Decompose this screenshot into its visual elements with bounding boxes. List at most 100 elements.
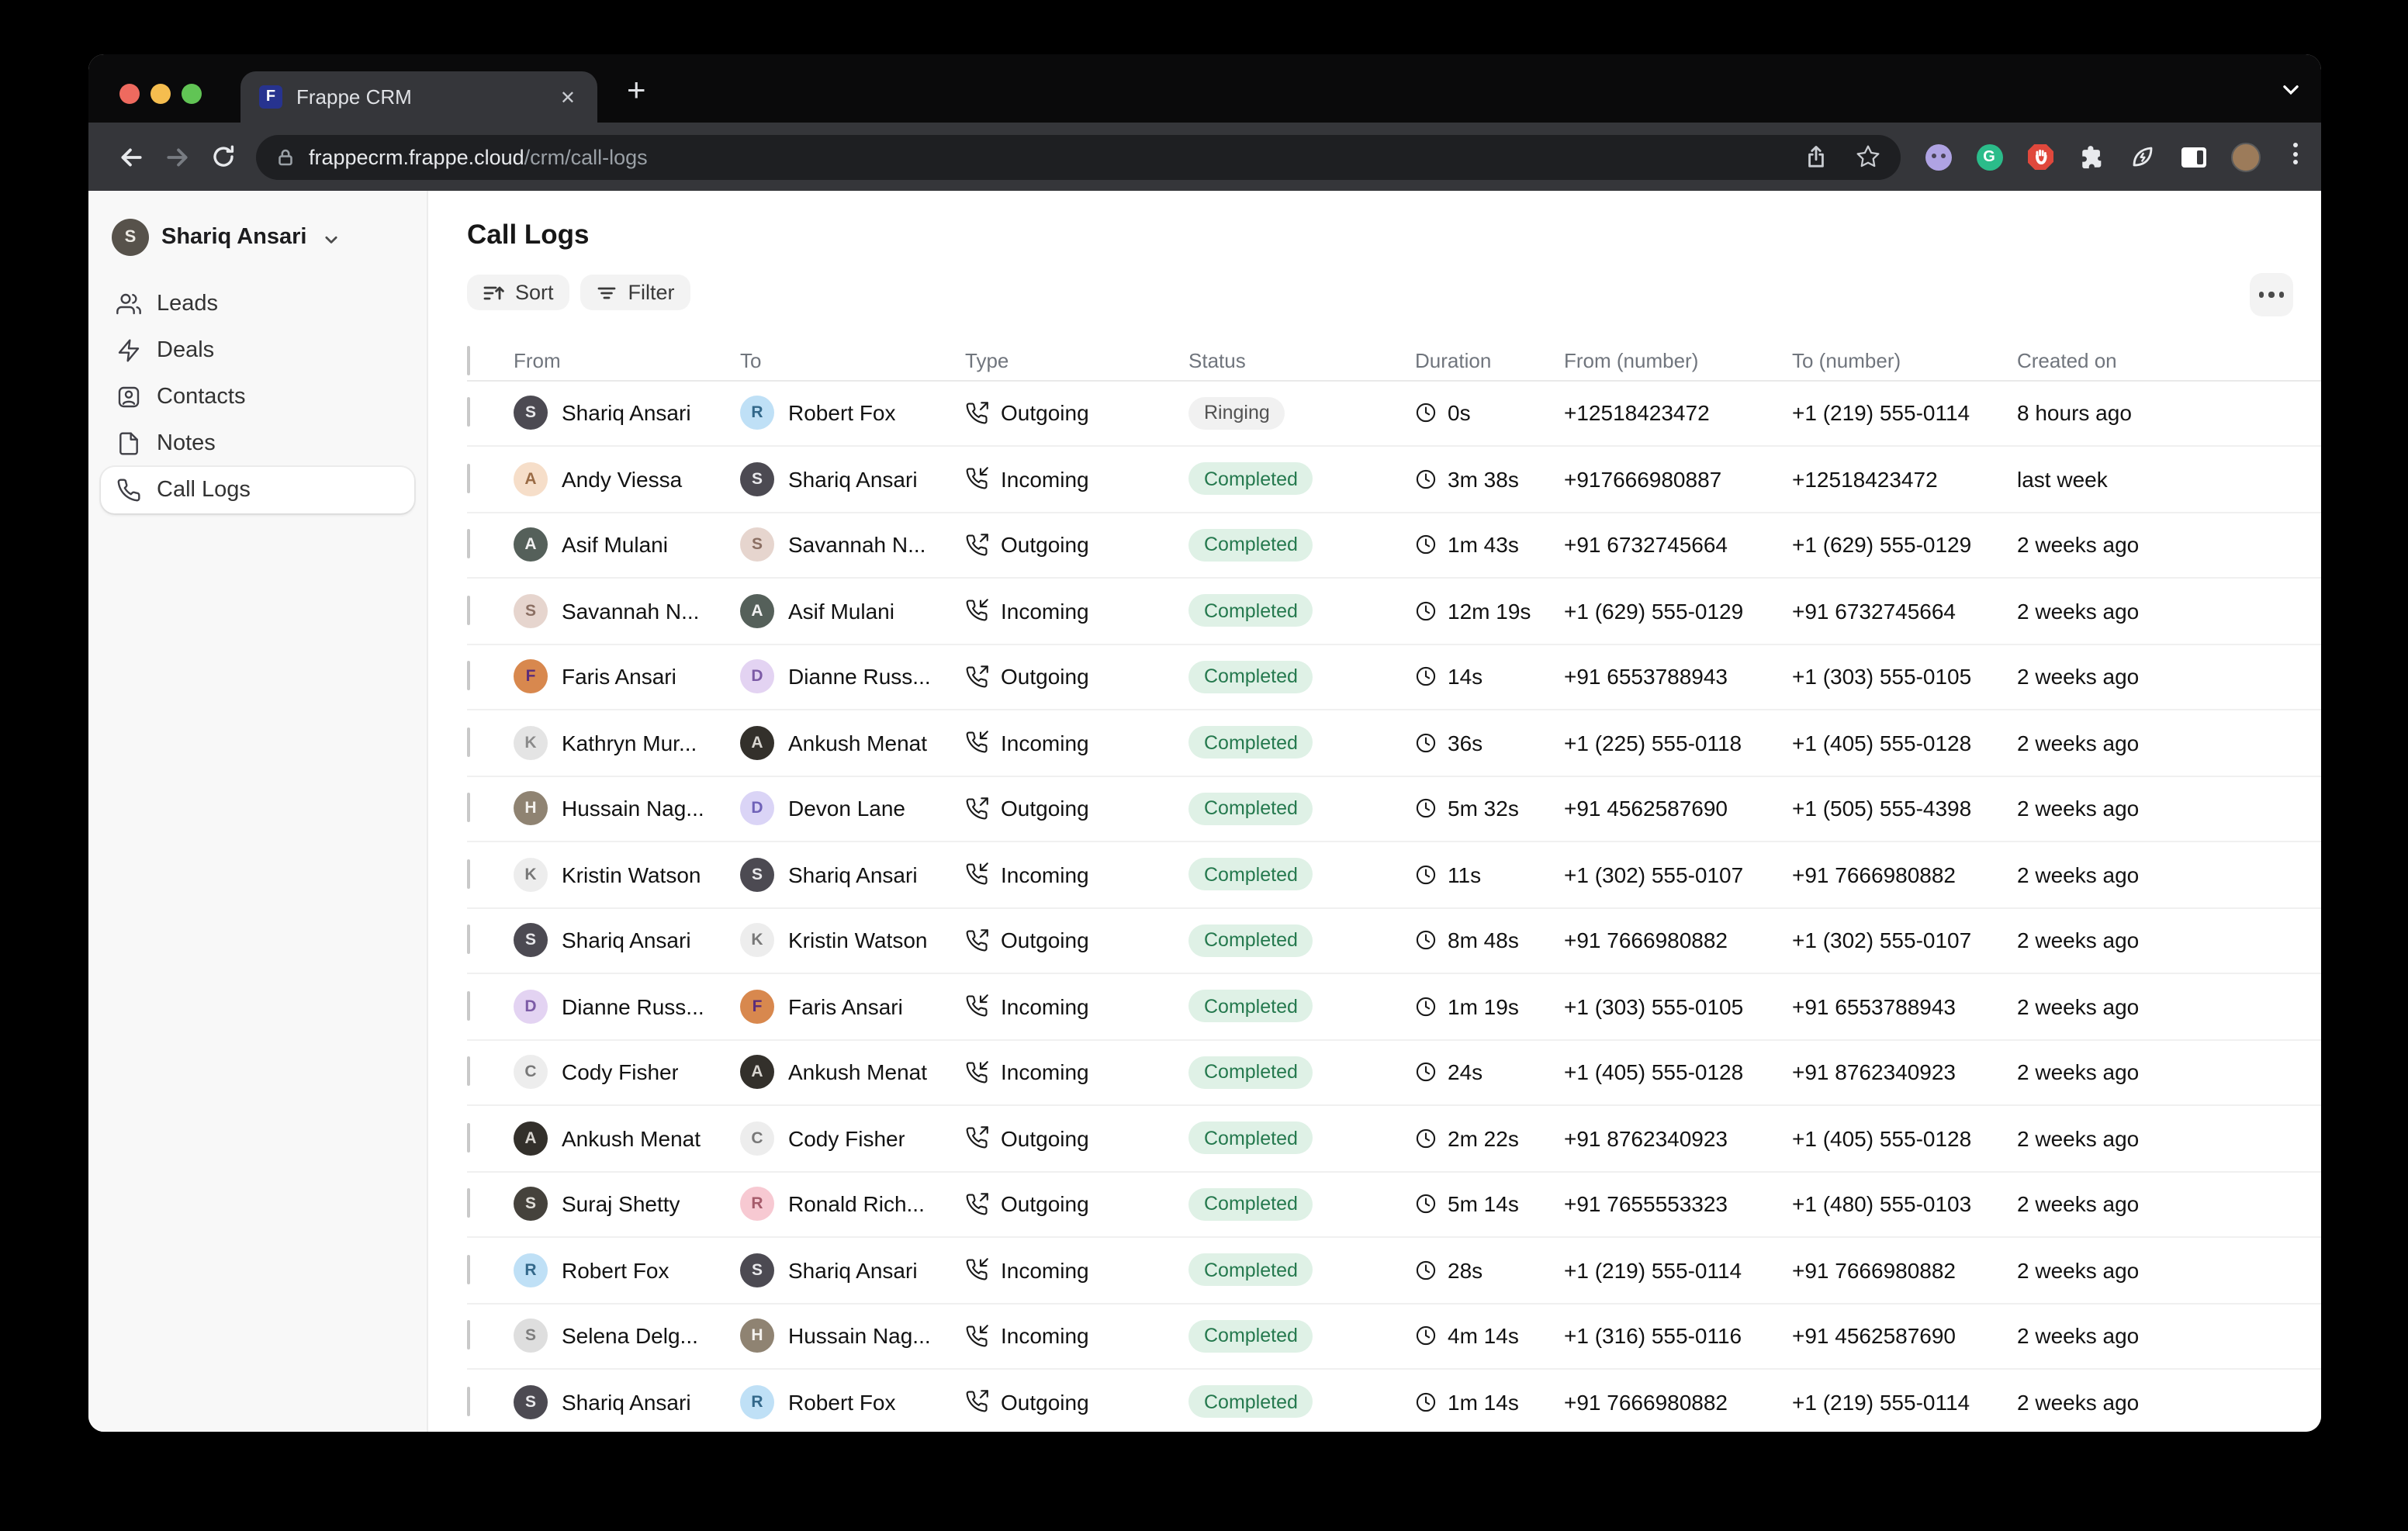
url-path: /crm/call-logs [524,145,648,168]
leaf-extension-icon[interactable] [2129,143,2157,171]
type-cell: Outgoing [965,1126,1188,1151]
user-switcher[interactable]: S Shariq Ansari [112,219,411,256]
duration-value: 0s [1448,401,1471,426]
to-name: Devon Lane [788,797,905,821]
row-checkbox[interactable] [467,991,470,1021]
from-cell: F Faris Ansari [514,660,740,694]
row-checkbox[interactable] [467,859,470,889]
more-options-button[interactable] [2250,273,2293,316]
extensions-puzzle-icon[interactable] [2078,143,2105,171]
tab-search-chevron-icon[interactable] [2281,79,2301,99]
from-name: Ankush Menat [562,1126,701,1151]
type-cell: Outgoing [965,665,1188,689]
column-header-duration: Duration [1415,350,1564,373]
duration-value: 5m 14s [1448,1192,1519,1217]
row-checkbox[interactable] [467,1057,470,1087]
browser-profile-avatar[interactable] [2231,143,2259,171]
duration-cell: 4m 14s [1415,1324,1564,1349]
sidebar-item-leads[interactable]: Leads [101,281,414,327]
table-row[interactable]: F Faris Ansari D Dianne Russ... Outgoing… [467,645,2321,710]
table-row[interactable]: R Robert Fox S Shariq Ansari Incoming Co… [467,1238,2321,1304]
created-on: last week [2017,467,2321,492]
filter-button[interactable]: Filter [580,275,690,310]
forward-button[interactable] [154,133,200,180]
phone-incoming-icon [965,468,988,491]
new-tab-button[interactable]: + [627,73,646,110]
browser-menu-icon[interactable] [2282,143,2307,171]
row-checkbox[interactable] [467,1255,470,1284]
to-number: +1 (480) 555-0103 [1792,1192,2017,1217]
adblock-extension-icon[interactable] [2026,143,2054,171]
to-number: +12518423472 [1792,467,2017,492]
zoom-window-button[interactable] [182,84,202,104]
duration-value: 28s [1448,1258,1483,1283]
from-avatar: S [514,594,548,628]
sidebar-toggle-extension-icon[interactable] [2180,143,2208,171]
row-checkbox[interactable] [467,530,470,559]
sidebar-item-call-logs[interactable]: Call Logs [101,467,414,513]
row-checkbox[interactable] [467,464,470,493]
bookmark-star-icon[interactable] [1856,144,1880,169]
table-row[interactable]: S Shariq Ansari R Robert Fox Outgoing Co… [467,1370,2321,1432]
duration-value: 36s [1448,731,1483,755]
row-checkbox[interactable] [467,727,470,757]
row-checkbox[interactable] [467,793,470,823]
table-row[interactable]: S Suraj Shetty R Ronald Rich... Outgoing… [467,1172,2321,1238]
type-label: Outgoing [1001,797,1089,821]
row-checkbox[interactable] [467,1321,470,1350]
table-row[interactable]: S Selena Delg... H Hussain Nag... Incomi… [467,1304,2321,1370]
url-domain: frappecrm.frappe.cloud [309,145,524,168]
tab-close-icon[interactable]: ✕ [557,85,579,109]
to-avatar: S [740,528,774,562]
type-label: Incoming [1001,731,1089,755]
browser-tab[interactable]: F Frappe CRM ✕ [240,71,597,123]
url-bar[interactable]: frappecrm.frappe.cloud/crm/call-logs [256,134,1901,179]
duration-value: 4m 14s [1448,1324,1519,1349]
row-checkbox[interactable] [467,1387,470,1416]
type-label: Incoming [1001,599,1089,624]
row-checkbox[interactable] [467,662,470,691]
from-cell: A Asif Mulani [514,528,740,562]
grammarly-extension-icon[interactable]: G [1975,143,2003,171]
octopus-extension-icon[interactable] [1924,143,1952,171]
select-all-checkbox[interactable] [467,346,470,375]
table-row[interactable]: A Ankush Menat C Cody Fisher Outgoing Co… [467,1106,2321,1172]
row-checkbox[interactable] [467,1123,470,1153]
to-avatar: A [740,1056,774,1090]
row-checkbox[interactable] [467,398,470,427]
table-row[interactable]: S Shariq Ansari K Kristin Watson Outgoin… [467,908,2321,974]
table-row[interactable]: K Kathryn Mur... A Ankush Menat Incoming… [467,710,2321,776]
status-badge: Completed [1188,1056,1313,1089]
sidebar-item-notes[interactable]: Notes [101,420,414,467]
sort-button[interactable]: Sort [467,275,569,310]
status-badge: Completed [1188,1386,1313,1419]
row-checkbox[interactable] [467,925,470,955]
table-row[interactable]: H Hussain Nag... D Devon Lane Outgoing C… [467,776,2321,842]
table-row[interactable]: D Dianne Russ... F Faris Ansari Incoming… [467,974,2321,1040]
zap-icon [116,338,141,363]
duration-cell: 2m 22s [1415,1126,1564,1151]
back-button[interactable] [107,133,154,180]
table-row[interactable]: S Savannah N... A Asif Mulani Incoming C… [467,579,2321,645]
to-number: +1 (302) 555-0107 [1792,928,2017,953]
to-number: +1 (505) 555-4398 [1792,797,2017,821]
sidebar-item-contacts[interactable]: Contacts [101,374,414,420]
window-controls [119,84,202,104]
close-window-button[interactable] [119,84,140,104]
row-checkbox[interactable] [467,1189,470,1218]
table-row[interactable]: K Kristin Watson S Shariq Ansari Incomin… [467,842,2321,908]
user-name: Shariq Ansari [161,225,307,250]
minimize-window-button[interactable] [150,84,171,104]
sidebar-item-deals[interactable]: Deals [101,327,414,374]
from-number: +91 8762340923 [1564,1126,1792,1151]
share-icon[interactable] [1804,144,1828,169]
from-cell: S Shariq Ansari [514,396,740,430]
to-name: Ronald Rich... [788,1192,925,1217]
table-row[interactable]: C Cody Fisher A Ankush Menat Incoming Co… [467,1040,2321,1106]
table-row[interactable]: A Andy Viessa S Shariq Ansari Incoming C… [467,447,2321,513]
phone-incoming-icon [965,731,988,755]
row-checkbox[interactable] [467,596,470,625]
table-row[interactable]: S Shariq Ansari R Robert Fox Outgoing Ri… [467,381,2321,447]
reload-button[interactable] [200,133,247,180]
table-row[interactable]: A Asif Mulani S Savannah N... Outgoing C… [467,513,2321,579]
